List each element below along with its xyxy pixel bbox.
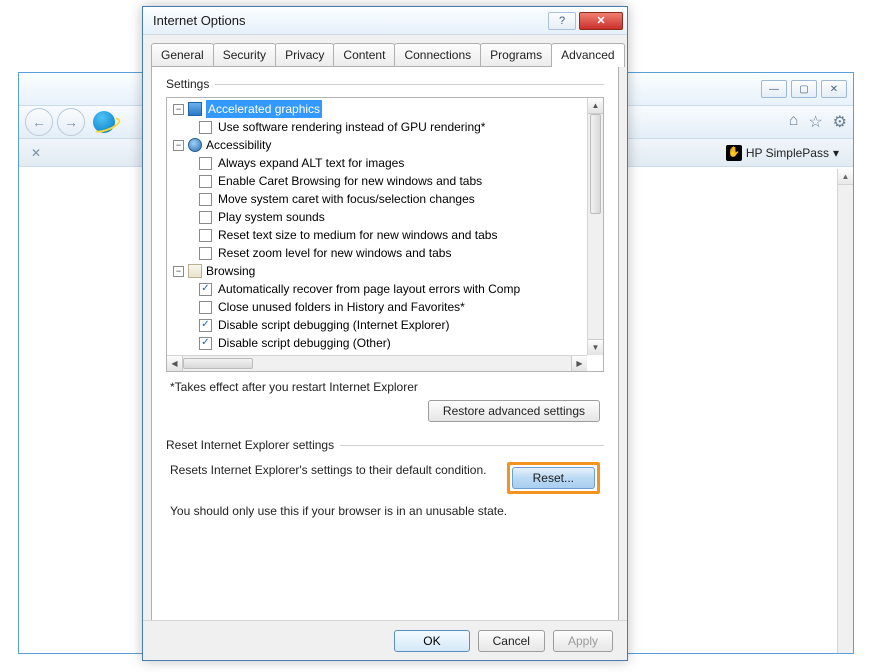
tree-item[interactable]: Disable script debugging (Internet Explo… [171, 316, 587, 334]
tree-vertical-scrollbar[interactable]: ▲ ▼ [587, 98, 603, 355]
tree-group[interactable]: − Accessibility [171, 136, 587, 154]
apply-button[interactable]: Apply [553, 630, 613, 652]
tree-item[interactable]: Move system caret with focus/selection c… [171, 190, 587, 208]
tree-item-label: Reset text size to medium for new window… [218, 226, 497, 244]
tree-group[interactable]: − Accelerated graphics [171, 100, 587, 118]
settings-fieldset-label: Settings [166, 77, 604, 91]
tree-item[interactable]: Always expand ALT text for images [171, 154, 587, 172]
tree-item-label: Reset zoom level for new windows and tab… [218, 244, 451, 262]
ok-button[interactable]: OK [394, 630, 469, 652]
tab-connections[interactable]: Connections [394, 43, 481, 66]
close-button[interactable]: ✕ [821, 80, 847, 98]
tree-item[interactable]: Disable script debugging (Other) [171, 334, 587, 352]
collapse-icon[interactable]: − [173, 140, 184, 151]
reset-warning: You should only use this if your browser… [166, 504, 604, 518]
scrollbar-thumb[interactable] [590, 114, 601, 214]
tree-item[interactable]: Close unused folders in History and Favo… [171, 298, 587, 316]
tab-security[interactable]: Security [213, 43, 276, 66]
graphics-icon [188, 102, 202, 116]
tree-item-label: Enable Caret Browsing for new windows an… [218, 172, 482, 190]
tree-item[interactable]: Enable Caret Browsing for new windows an… [171, 172, 587, 190]
checkbox[interactable] [199, 175, 212, 188]
scroll-down-icon[interactable]: ▼ [588, 339, 603, 355]
checkbox[interactable] [199, 337, 212, 350]
tree-group[interactable]: − Browsing [171, 262, 587, 280]
tree-item-label: Automatically recover from page layout e… [218, 280, 520, 298]
settings-tree[interactable]: − Accelerated graphicsUse software render… [166, 97, 604, 372]
tree-item[interactable]: Reset text size to medium for new window… [171, 226, 587, 244]
tree-item-label: Move system caret with focus/selection c… [218, 190, 475, 208]
tree-item-label: Use software rendering instead of GPU re… [218, 118, 485, 136]
help-button[interactable]: ? [548, 12, 576, 30]
tab-general[interactable]: General [151, 43, 214, 66]
cancel-button[interactable]: Cancel [478, 630, 545, 652]
dialog-title: Internet Options [153, 13, 548, 28]
maximize-button[interactable]: ▢ [791, 80, 817, 98]
collapse-icon[interactable]: − [173, 104, 184, 115]
scroll-left-icon[interactable]: ◀ [167, 356, 183, 371]
restore-advanced-button[interactable]: Restore advanced settings [428, 400, 600, 422]
access-icon [188, 138, 202, 152]
scroll-up-icon[interactable]: ▲ [838, 169, 853, 185]
tab-advanced[interactable]: Advanced [551, 43, 624, 67]
checkbox[interactable] [199, 319, 212, 332]
tree-item[interactable]: Use software rendering instead of GPU re… [171, 118, 587, 136]
dialog-titlebar: Internet Options ? ✕ [143, 7, 627, 35]
tree-item-label: Close unused folders in History and Favo… [218, 298, 465, 316]
tab-programs[interactable]: Programs [480, 43, 552, 66]
browse-icon [188, 264, 202, 278]
tree-item[interactable]: Reset zoom level for new windows and tab… [171, 244, 587, 262]
tree-item-label: Play system sounds [218, 208, 325, 226]
reset-highlight: Reset... [507, 462, 600, 494]
tree-group-label: Accelerated graphics [206, 100, 322, 118]
ie-logo-icon [93, 111, 115, 133]
checkbox[interactable] [199, 301, 212, 314]
minimize-button[interactable]: — [761, 80, 787, 98]
reset-fieldset-label: Reset Internet Explorer settings [166, 438, 604, 452]
checkbox[interactable] [199, 193, 212, 206]
tree-item[interactable]: Automatically recover from page layout e… [171, 280, 587, 298]
dialog-tabs: General Security Privacy Content Connect… [143, 35, 627, 66]
forward-button[interactable]: → [57, 108, 85, 136]
restart-note: *Takes effect after you restart Internet… [166, 380, 604, 394]
tree-item[interactable]: Play system sounds [171, 208, 587, 226]
tree-group-label: Accessibility [206, 136, 271, 154]
dialog-button-row: OK Cancel Apply [143, 620, 627, 660]
hp-label: HP SimplePass [746, 146, 829, 160]
ie-vertical-scrollbar[interactable]: ▲ [837, 169, 853, 653]
tree-group-label: Browsing [206, 262, 255, 280]
settings-gear-icon[interactable]: ⚙ [833, 112, 847, 132]
dialog-close-button[interactable]: ✕ [579, 12, 623, 30]
checkbox[interactable] [199, 229, 212, 242]
tab-content[interactable]: Content [333, 43, 395, 66]
checkbox[interactable] [199, 211, 212, 224]
tree-item-label: Disable script debugging (Internet Explo… [218, 316, 449, 334]
checkbox[interactable] [199, 157, 212, 170]
tree-item-label: Disable script debugging (Other) [218, 334, 391, 352]
home-icon[interactable]: ⌂ [789, 112, 799, 132]
hp-simplepass-toolbar[interactable]: ✋ HP SimplePass ▾ [720, 145, 845, 161]
checkbox[interactable] [199, 121, 212, 134]
reset-description: Resets Internet Explorer's settings to t… [170, 462, 495, 478]
checkbox[interactable] [199, 283, 212, 296]
checkbox[interactable] [199, 247, 212, 260]
dropdown-caret-icon: ▾ [833, 146, 839, 160]
tab-privacy[interactable]: Privacy [275, 43, 334, 66]
scroll-up-icon[interactable]: ▲ [588, 98, 603, 114]
tree-item-label: Always expand ALT text for images [218, 154, 404, 172]
reset-button[interactable]: Reset... [512, 467, 595, 489]
scrollbar-thumb[interactable] [183, 358, 253, 369]
hand-icon: ✋ [726, 145, 742, 161]
collapse-icon[interactable]: − [173, 266, 184, 277]
tree-horizontal-scrollbar[interactable]: ◀ ▶ [167, 355, 587, 371]
back-button[interactable]: ← [25, 108, 53, 136]
scroll-right-icon[interactable]: ▶ [571, 356, 587, 371]
internet-options-dialog: Internet Options ? ✕ General Security Pr… [142, 6, 628, 661]
tab-close-icon[interactable]: ✕ [27, 146, 45, 160]
tab-panel-advanced: Settings − Accelerated graphicsUse softwa… [151, 66, 619, 643]
favorites-icon[interactable]: ☆ [808, 112, 822, 132]
